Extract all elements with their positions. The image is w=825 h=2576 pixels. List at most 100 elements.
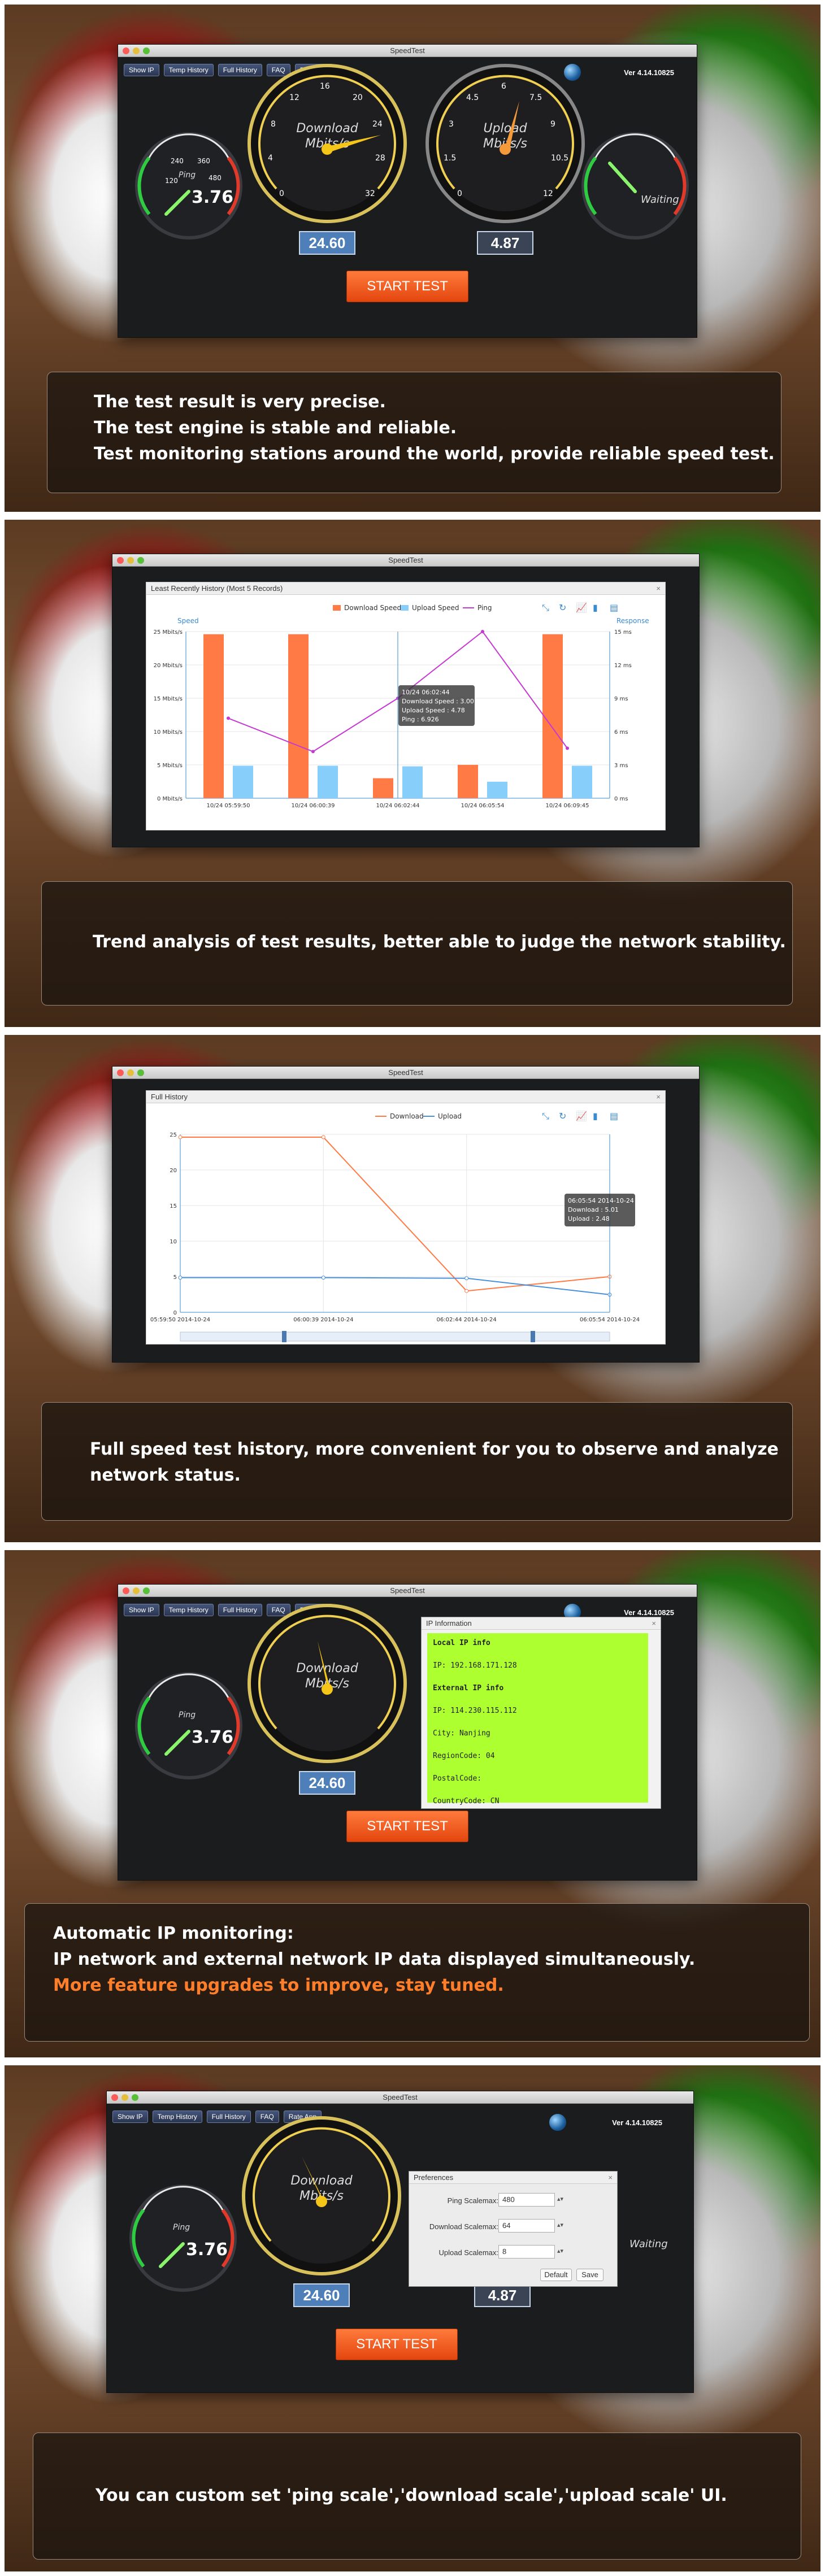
download-tick: 12 <box>289 93 299 102</box>
zoom-light[interactable] <box>132 2094 138 2101</box>
ping-point <box>481 630 484 633</box>
chart-toolbox[interactable]: ⤡ ↻ 📈 ▮ ▤ <box>542 1111 618 1121</box>
tooltip-line: 06:05:54 2014-10-24 <box>568 1197 634 1204</box>
zoom-light[interactable] <box>143 1587 150 1594</box>
line-tool-icon[interactable]: 📈 <box>576 1111 587 1121</box>
refresh-tool-icon[interactable]: ↻ <box>559 602 566 613</box>
close-icon[interactable]: × <box>652 1617 656 1630</box>
zoom-light[interactable] <box>137 1069 144 1076</box>
close-light[interactable] <box>111 2094 118 2101</box>
upload-scale-row: Upload Scalemax: 8 ▴▾ <box>409 2245 617 2262</box>
download-tick: 32 <box>365 189 375 198</box>
caption-line: The test engine is stable and reliable. <box>94 418 457 438</box>
save-button[interactable]: Save <box>576 2269 603 2281</box>
default-button[interactable]: Default <box>540 2269 572 2281</box>
window-titlebar: SpeedTest <box>118 1585 697 1597</box>
download-scale-row: Download Scalemax: 64 ▴▾ <box>409 2219 617 2236</box>
upload-tick: 12 <box>543 189 553 198</box>
bar-download <box>458 764 478 798</box>
download-gauge: Download Mbits/s <box>248 1604 407 1763</box>
ping-point <box>227 716 230 720</box>
recent-history-header: Least Recently History (Most 5 Records) × <box>146 582 665 595</box>
bar-tool-icon[interactable]: ▮ <box>593 1111 598 1121</box>
minimize-light[interactable] <box>133 1587 140 1594</box>
tooltip-line: Download : 5.01 <box>568 1206 619 1213</box>
close-icon[interactable]: × <box>656 582 661 595</box>
upload-tick: 10.5 <box>551 154 568 163</box>
upload-scale-input[interactable]: 8 <box>498 2245 555 2259</box>
bar-upload <box>318 765 338 798</box>
line-tool-icon[interactable]: 📈 <box>576 602 587 613</box>
slider-handle[interactable] <box>282 1331 286 1342</box>
close-icon[interactable]: × <box>608 2172 613 2184</box>
y2-axis-title: Response <box>616 617 649 625</box>
caption-line: Test monitoring stations around the worl… <box>94 444 775 464</box>
tooltip-line: Download Speed : 3.00 <box>402 698 474 705</box>
download-tick: 8 <box>271 120 276 129</box>
show-ip-button[interactable]: Show IP <box>112 2111 148 2123</box>
stepper-icon[interactable]: ▴▾ <box>557 2247 563 2255</box>
close-light[interactable] <box>123 1587 129 1594</box>
download-value: 24.60 <box>299 231 355 255</box>
download-tick: 24 <box>372 120 383 129</box>
globe-icon <box>549 2114 566 2131</box>
refresh-tool-icon[interactable]: ↻ <box>559 1111 566 1121</box>
temp-history-button[interactable]: Temp History <box>152 2111 202 2123</box>
download-gauge: 0 4 8 12 16 20 24 28 32 Download Mbits/s <box>248 64 407 223</box>
save-tool-icon[interactable]: ▤ <box>610 602 618 613</box>
close-light[interactable] <box>117 557 124 564</box>
bar-upload <box>402 766 423 798</box>
ip-line: IP: 114.230.115.112 <box>433 1707 517 1715</box>
tooltip-line: 10/24 06:02:44 <box>402 689 450 696</box>
download-label: Download <box>290 2174 353 2188</box>
ip-line: External IP info <box>433 1684 504 1692</box>
upload-tick: 4.5 <box>466 93 479 102</box>
start-test-button[interactable]: START TEST <box>346 271 468 302</box>
ping-value: 3.76 <box>186 2240 228 2260</box>
zoom-light[interactable] <box>137 557 144 564</box>
recent-history-title: Least Recently History (Most 5 Records) <box>151 584 283 593</box>
minimize-light[interactable] <box>127 1069 134 1076</box>
window-title: SpeedTest <box>390 46 425 55</box>
y-tick-label: 5 Mbits/s <box>157 763 183 769</box>
show-ip-button[interactable]: Show IP <box>124 64 159 76</box>
zoom-tool-icon[interactable]: ⤡ <box>542 1111 549 1121</box>
bar-upload <box>572 765 592 798</box>
download-tick: 0 <box>279 189 284 198</box>
recent-history-chart: Download Speed Upload Speed Ping ⤡ ↻ 📈 ▮… <box>154 602 649 809</box>
ping-scale-input[interactable]: 480 <box>498 2193 555 2207</box>
close-light[interactable] <box>117 1069 124 1076</box>
save-tool-icon[interactable]: ▤ <box>610 1111 618 1121</box>
minimize-light[interactable] <box>127 557 134 564</box>
zoom-tool-icon[interactable]: ⤡ <box>542 602 549 613</box>
minimize-light[interactable] <box>121 2094 128 2101</box>
bar-tool-icon[interactable]: ▮ <box>593 602 598 613</box>
show-ip-button[interactable]: Show IP <box>124 1604 159 1616</box>
temp-history-button[interactable]: Temp History <box>163 1604 214 1616</box>
start-test-button[interactable]: START TEST <box>336 2329 458 2360</box>
close-icon[interactable]: × <box>656 1091 661 1103</box>
y-tick-label: 20 <box>170 1168 177 1174</box>
stepper-icon[interactable]: ▴▾ <box>557 2195 563 2203</box>
x-tick-label: 06:05:54 2014-10-24 <box>580 1317 640 1323</box>
tooltip-line: Upload Speed : 4.78 <box>402 707 465 714</box>
chart-toolbox[interactable]: ⤡ ↻ 📈 ▮ ▤ <box>542 602 618 613</box>
slider-handle[interactable] <box>531 1331 535 1342</box>
upload-scale-label: Upload Scalemax: <box>438 2248 499 2257</box>
status-gauge: Waiting <box>581 132 689 240</box>
temp-history-button[interactable]: Temp History <box>163 64 214 76</box>
y-tick-label: 0 <box>173 1310 177 1316</box>
ping-value: 3.76 <box>192 188 233 207</box>
stepper-icon[interactable]: ▴▾ <box>557 2221 563 2229</box>
range-slider[interactable] <box>180 1331 610 1342</box>
zoom-light[interactable] <box>143 47 150 54</box>
caption-line-highlight: More feature upgrades to improve, stay t… <box>53 1975 504 1995</box>
download-point <box>464 1289 469 1293</box>
download-scale-input[interactable]: 64 <box>498 2219 555 2233</box>
ping-tick: 240 <box>171 157 184 165</box>
ping-scale-label: Ping Scalemax: <box>447 2196 498 2205</box>
minimize-light[interactable] <box>133 47 140 54</box>
close-light[interactable] <box>123 47 129 54</box>
preferences-header: Preferences × <box>409 2172 617 2184</box>
tooltip-line: Ping : 6.926 <box>402 716 439 723</box>
